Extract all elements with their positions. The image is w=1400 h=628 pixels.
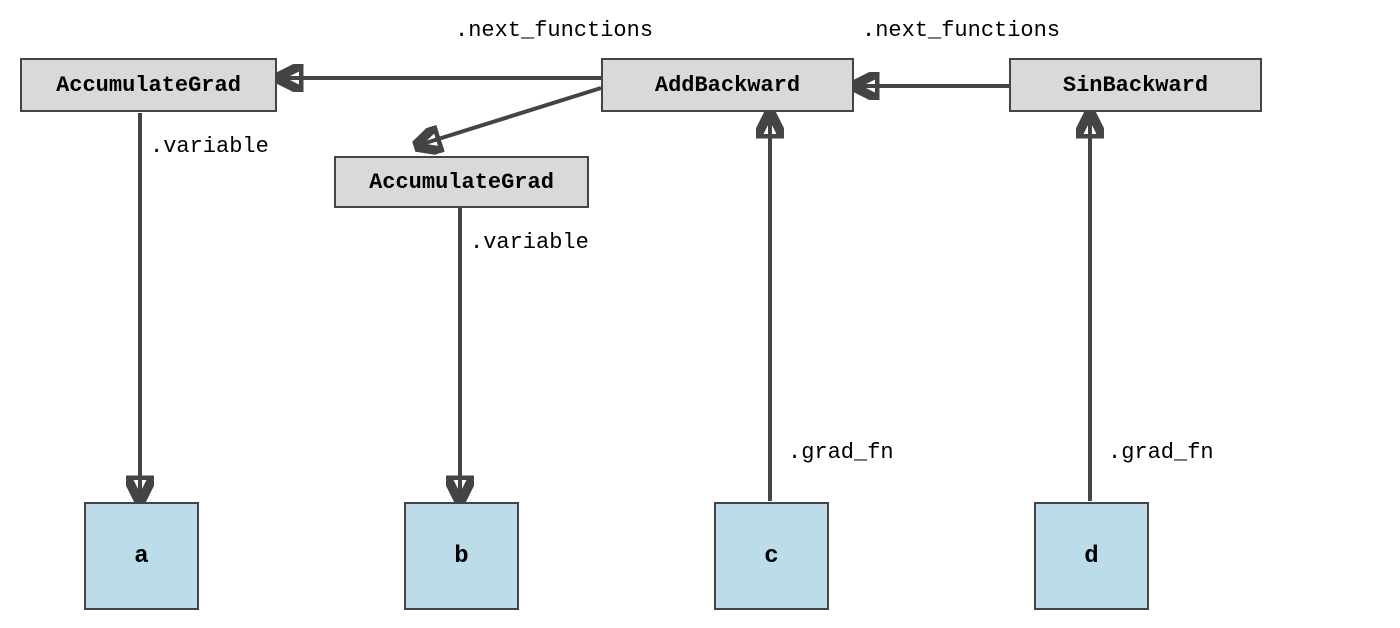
node-var-c: c: [714, 502, 829, 610]
edge-label-grad-fn-d: .grad_fn: [1108, 440, 1214, 465]
node-label: AccumulateGrad: [369, 170, 554, 195]
node-label: AddBackward: [655, 73, 800, 98]
autograd-graph-diagram: AccumulateGrad AccumulateGrad AddBackwar…: [0, 0, 1400, 628]
edge-label-variable-b: .variable: [470, 230, 589, 255]
node-label: SinBackward: [1063, 73, 1208, 98]
node-add-backward: AddBackward: [601, 58, 854, 112]
node-var-a: a: [84, 502, 199, 610]
node-label: d: [1084, 543, 1098, 570]
node-label: a: [134, 543, 148, 570]
node-var-b: b: [404, 502, 519, 610]
edge-label-variable-a: .variable: [150, 134, 269, 159]
edge-label-next-functions-1: .next_functions: [455, 18, 653, 43]
node-accumulate-grad-a: AccumulateGrad: [20, 58, 277, 112]
node-label: b: [454, 543, 468, 570]
edge-label-grad-fn-c: .grad_fn: [788, 440, 894, 465]
node-sin-backward: SinBackward: [1009, 58, 1262, 112]
node-accumulate-grad-b: AccumulateGrad: [334, 156, 589, 208]
node-label: c: [764, 543, 778, 570]
node-label: AccumulateGrad: [56, 73, 241, 98]
edge-label-next-functions-2: .next_functions: [862, 18, 1060, 43]
node-var-d: d: [1034, 502, 1149, 610]
